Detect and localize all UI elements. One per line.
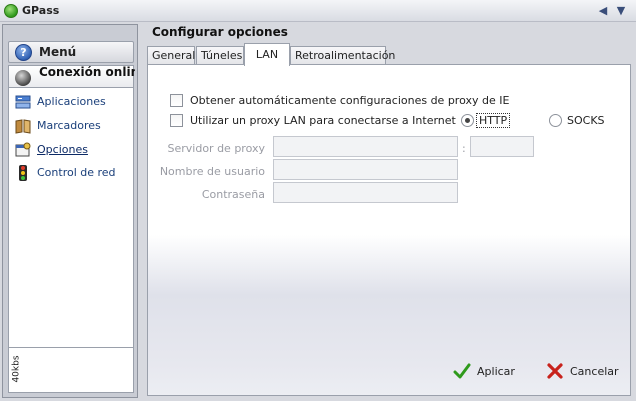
sidebar-item-label: Opciones xyxy=(37,143,88,156)
menu-header[interactable]: ? Menú xyxy=(8,41,134,63)
radio-socks-label: SOCKS xyxy=(567,114,605,127)
password-label: Contraseña xyxy=(201,188,265,201)
port-separator: : xyxy=(462,142,466,155)
tab-retroalimentacion[interactable]: Retroalimentación xyxy=(290,46,395,65)
globe-plug-icon xyxy=(15,70,31,86)
main-area: Configurar opciones General Túneles LAN … xyxy=(143,24,633,398)
use-proxy-checkbox[interactable] xyxy=(170,114,183,127)
menu-label: Menú xyxy=(39,45,77,59)
dropdown-icon[interactable]: ▼ xyxy=(614,4,628,18)
gpass-globe-icon xyxy=(4,4,18,18)
help-icon: ? xyxy=(15,44,32,61)
tab-lan[interactable]: LAN xyxy=(244,43,290,66)
sidebar-item-label: Control de red xyxy=(37,166,116,179)
title-bar: GPass ◀ ▼ xyxy=(0,0,636,22)
bookmarks-icon xyxy=(15,119,31,134)
apply-button[interactable]: Aplicar xyxy=(453,362,523,382)
sidebar: ? Menú Conexión online segura Aplicacion… xyxy=(2,24,138,398)
sidebar-item-label: Aplicaciones xyxy=(37,95,106,108)
options-icon xyxy=(15,142,31,157)
checkmark-icon xyxy=(453,363,471,379)
tab-general[interactable]: General xyxy=(147,46,195,65)
auto-proxy-checkbox[interactable] xyxy=(170,94,183,107)
traffic-light-icon xyxy=(19,165,27,181)
cancel-label: Cancelar xyxy=(570,365,619,378)
proxy-server-label: Servidor de proxy xyxy=(167,142,266,155)
proxy-server-input[interactable] xyxy=(273,136,458,157)
nav-panel: Aplicaciones Marcadores Opciones Control… xyxy=(8,87,134,363)
radio-socks[interactable] xyxy=(549,114,562,127)
sidebar-item-label: Marcadores xyxy=(37,119,101,132)
lan-panel: Obtener automáticamente configuraciones … xyxy=(147,64,631,396)
page-title: Configurar opciones xyxy=(152,25,288,39)
speed-meter: 40kbs xyxy=(8,347,134,393)
radio-http[interactable] xyxy=(461,114,474,127)
collapse-left-icon[interactable]: ◀ xyxy=(596,4,610,18)
username-input[interactable] xyxy=(273,159,458,180)
radio-http-label: HTTP xyxy=(475,113,511,128)
proxy-port-input[interactable] xyxy=(470,136,534,157)
red-x-icon xyxy=(547,363,563,379)
username-label: Nombre de usuario xyxy=(159,165,265,178)
auto-proxy-label: Obtener automáticamente configuraciones … xyxy=(190,94,510,107)
window-title: GPass xyxy=(22,4,60,17)
tab-tuneles[interactable]: Túneles xyxy=(196,46,244,65)
applications-icon xyxy=(15,95,31,109)
speed-label: 40kbs xyxy=(11,355,22,383)
password-input[interactable] xyxy=(273,182,458,203)
cancel-button[interactable]: Cancelar xyxy=(546,362,626,382)
apply-label: Aplicar xyxy=(477,365,515,378)
use-proxy-label: Utilizar un proxy LAN para conectarse a … xyxy=(190,114,456,127)
